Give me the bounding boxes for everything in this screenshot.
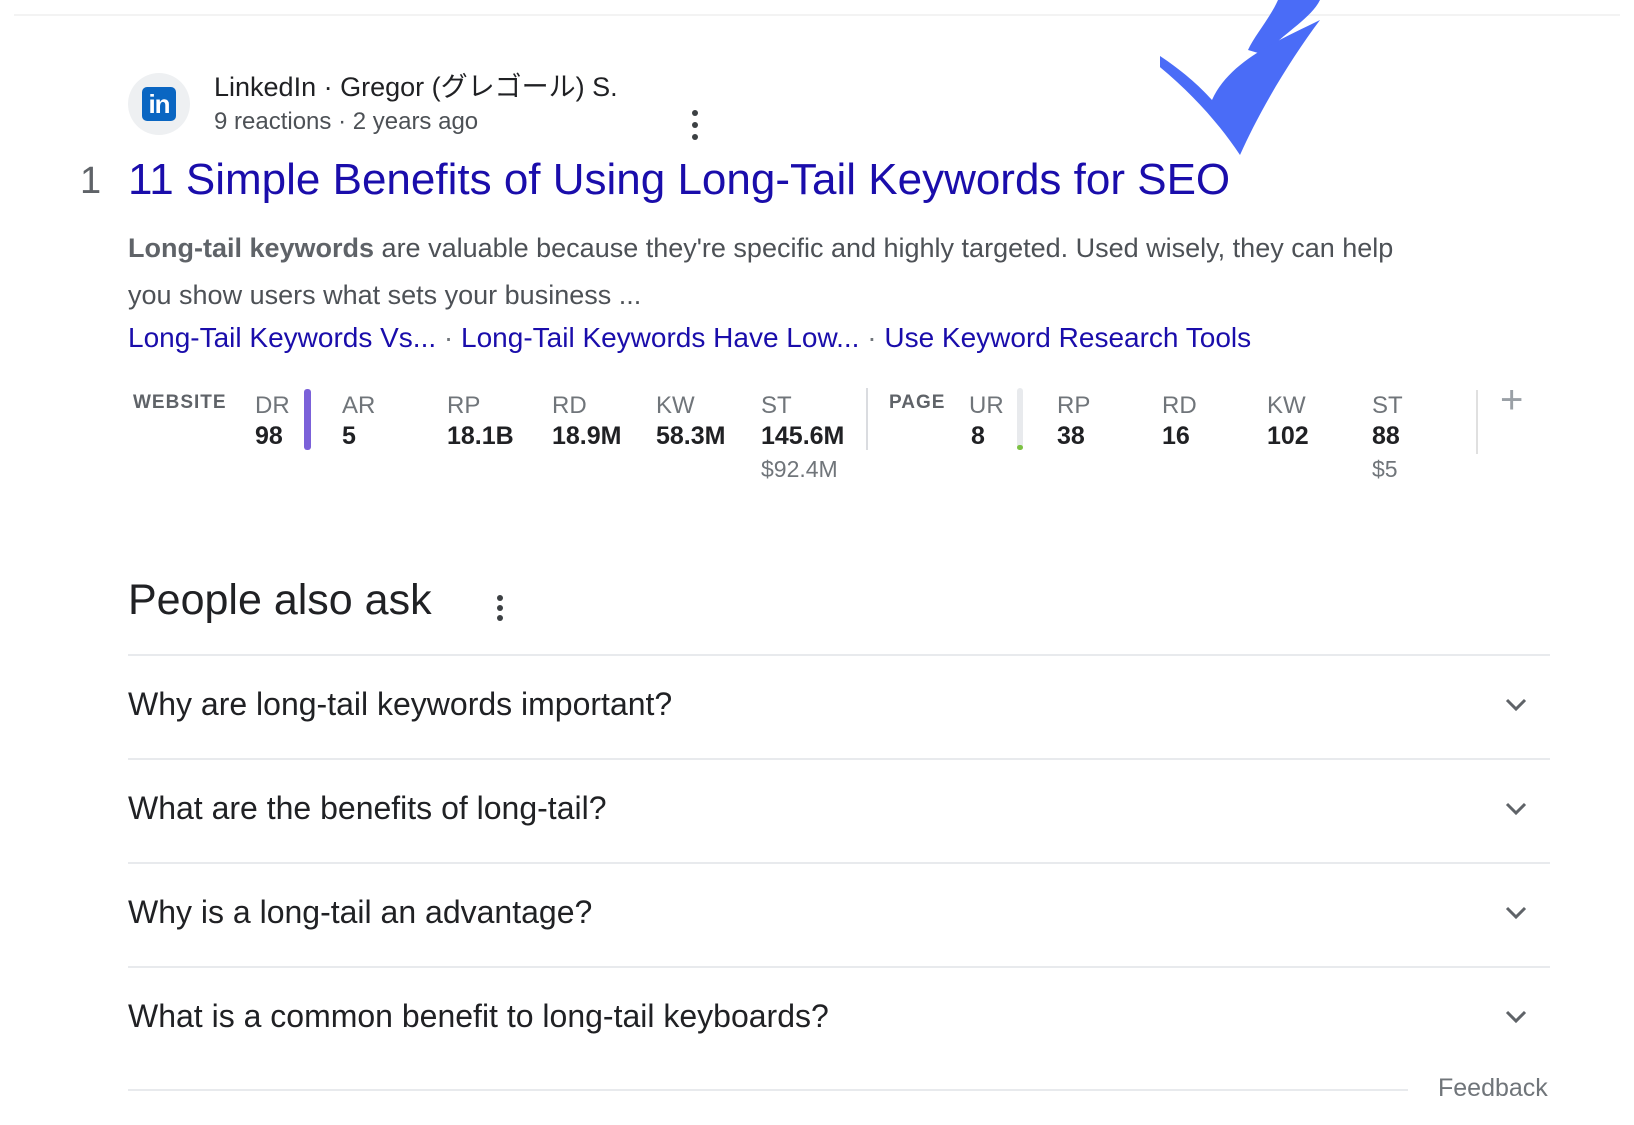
down-arrow-annotation-icon: [1160, 0, 1320, 155]
dr-level-bar: [304, 389, 311, 450]
metric-ur-value: 8: [971, 422, 985, 450]
paa-question-4[interactable]: What is a common benefit to long-tail ke…: [128, 968, 1550, 1070]
metric-page-st-value: 88: [1372, 422, 1400, 450]
metric-page-kw-value: 102: [1267, 422, 1309, 450]
section-divider: [866, 388, 868, 450]
result-title-link[interactable]: 11 Simple Benefits of Using Long-Tail Ke…: [128, 155, 1230, 205]
snippet-bold-term: Long-tail keywords: [128, 233, 375, 263]
metric-ar-label: AR: [342, 392, 376, 419]
chevron-down-icon: [1505, 906, 1527, 920]
paa-question-2[interactable]: What are the benefits of long-tail?: [128, 760, 1550, 864]
metric-page-st-label: ST: [1372, 392, 1403, 419]
result-more-options-icon[interactable]: [690, 110, 700, 140]
paa-question-text: Why is a long-tail an advantage?: [128, 894, 593, 930]
add-metric-button[interactable]: +: [1500, 380, 1523, 420]
paa-question-1[interactable]: Why are long-tail keywords important?: [128, 656, 1550, 760]
ur-level-bar: [1017, 445, 1023, 450]
sitelink-separator: ·: [436, 322, 462, 353]
linkedin-logo[interactable]: in: [128, 73, 190, 135]
sitelinks: Long-Tail Keywords Vs... · Long-Tail Key…: [128, 322, 1251, 354]
metric-page-kw-label: KW: [1267, 392, 1306, 419]
metrics-divider: [1476, 390, 1478, 454]
page-section-label: PAGE: [889, 392, 946, 413]
metric-page-rd-label: RD: [1162, 392, 1197, 419]
metric-page-rp-label: RP: [1057, 392, 1091, 419]
result-snippet: Long-tail keywords are valuable because …: [128, 225, 1428, 319]
website-section-label: WEBSITE: [133, 392, 227, 413]
metric-dr-value: 98: [255, 422, 283, 450]
metric-website-rp-value: 18.1B: [447, 422, 514, 450]
metric-ur-label: UR: [969, 392, 1004, 419]
metric-ar-value: 5: [342, 422, 356, 450]
metric-website-st-value: 145.6M: [761, 422, 845, 450]
feedback-divider: [128, 1089, 1408, 1091]
metric-website-st-sub: $92.4M: [761, 456, 838, 482]
seo-metrics-bar: WEBSITE DR 98 AR 5 RP 18.1B RD 18.9M KW …: [0, 380, 1634, 490]
result-rank: 1: [80, 160, 102, 202]
sitelink-separator: ·: [859, 322, 885, 353]
paa-question-3[interactable]: Why is a long-tail an advantage?: [128, 864, 1550, 968]
result-source-meta: 9 reactions · 2 years ago: [214, 108, 479, 135]
metric-page-st-sub: $5: [1372, 456, 1398, 482]
feedback-link[interactable]: Feedback: [1438, 1074, 1548, 1103]
metric-page-rd-value: 16: [1162, 422, 1190, 450]
chevron-down-icon: [1505, 1010, 1527, 1024]
paa-more-options-icon[interactable]: [496, 595, 504, 621]
metric-website-st-label: ST: [761, 392, 792, 419]
metric-page-rp-value: 38: [1057, 422, 1085, 450]
metric-website-rd-value: 18.9M: [552, 422, 622, 450]
ur-level-track: [1017, 388, 1023, 450]
paa-question-text: Why are long-tail keywords important?: [128, 686, 673, 722]
paa-title: People also ask: [128, 576, 432, 624]
result-source-name[interactable]: LinkedIn · Gregor (グレゴール) S.: [214, 65, 618, 104]
paa-question-text: What are the benefits of long-tail?: [128, 790, 607, 826]
sitelink-2[interactable]: Long-Tail Keywords Have Low...: [461, 322, 859, 353]
linkedin-icon: in: [142, 87, 176, 121]
sitelink-3[interactable]: Use Keyword Research Tools: [884, 322, 1251, 353]
metric-website-kw-label: KW: [656, 392, 695, 419]
metric-website-kw-value: 58.3M: [656, 422, 726, 450]
metric-website-rp-label: RP: [447, 392, 481, 419]
paa-question-text: What is a common benefit to long-tail ke…: [128, 998, 829, 1034]
metric-dr-label: DR: [255, 392, 290, 419]
chevron-down-icon: [1505, 698, 1527, 712]
sitelink-1[interactable]: Long-Tail Keywords Vs...: [128, 322, 436, 353]
metric-website-rd-label: RD: [552, 392, 587, 419]
chevron-down-icon: [1505, 802, 1527, 816]
paa-list: Why are long-tail keywords important? Wh…: [128, 654, 1550, 1070]
